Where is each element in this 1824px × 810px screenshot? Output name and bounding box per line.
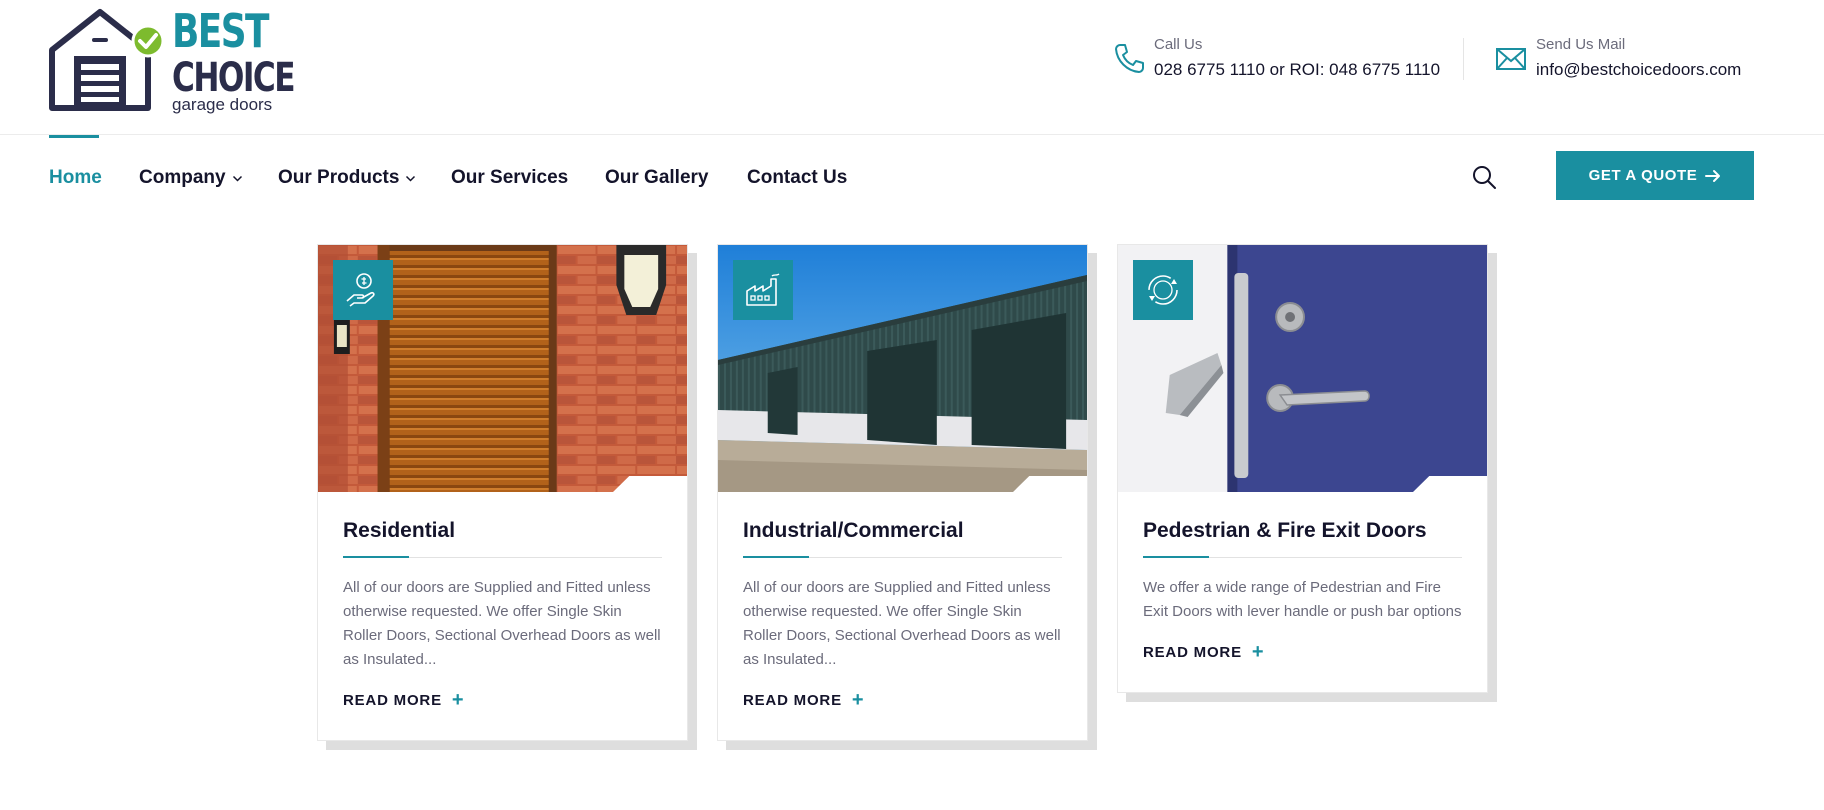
contact-divider — [1463, 38, 1464, 80]
nav-home-label: Home — [49, 167, 102, 188]
phone-icon — [1115, 44, 1144, 73]
nav-item-products[interactable]: Our Products — [278, 167, 416, 189]
nav-company-label: Company — [139, 167, 226, 188]
card-badge — [733, 260, 793, 320]
nav-contact-label: Contact Us — [747, 167, 848, 188]
card-image-industrial — [718, 245, 1087, 492]
phone-label: Call Us — [1154, 36, 1203, 53]
cycle-arrows-icon — [1148, 275, 1178, 305]
nav-products-label: Our Products — [278, 167, 400, 188]
search-icon[interactable] — [1470, 163, 1498, 191]
site-header: BEST CHOICE garage doors Call Us 028 677… — [0, 0, 1824, 135]
plus-icon: + — [851, 689, 865, 712]
nav-services-label: Our Services — [451, 167, 569, 188]
nav-item-gallery[interactable]: Our Gallery — [605, 167, 709, 189]
brand-line-best: BEST — [172, 4, 270, 58]
chevron-down-icon — [232, 175, 242, 182]
card-title[interactable]: Pedestrian & Fire Exit Doors — [1143, 518, 1462, 543]
card-image-pedestrian — [1118, 245, 1487, 492]
card-image-residential — [318, 245, 687, 492]
read-more-label: READ MORE — [343, 691, 442, 709]
contact-mail[interactable]: Send Us Mail info@bestchoicedoors.com — [1494, 36, 1774, 86]
plus-icon: + — [1251, 641, 1265, 664]
garage-logo-icon — [49, 9, 165, 111]
phone-number[interactable]: 028 6775 1110 or ROI: 048 6775 1110 — [1154, 60, 1440, 80]
card-title-rule — [1143, 556, 1462, 559]
mail-label: Send Us Mail — [1536, 36, 1626, 53]
nav-gallery-label: Our Gallery — [605, 167, 709, 188]
service-card-industrial[interactable]: Industrial/Commercial All of our doors a… — [717, 244, 1088, 742]
card-title-rule — [343, 556, 662, 559]
arrow-right-icon — [1705, 169, 1721, 182]
card-description: All of our doors are Supplied and Fitted… — [343, 579, 661, 669]
read-more-label: READ MORE — [743, 691, 842, 709]
mail-icon — [1496, 48, 1526, 70]
nav-item-home[interactable]: Home — [49, 167, 102, 189]
brand-line-tagline: garage doors — [172, 95, 273, 114]
plus-icon: + — [451, 689, 465, 712]
mail-address[interactable]: info@bestchoicedoors.com — [1536, 60, 1741, 80]
get-quote-label: GET A QUOTE — [1588, 167, 1698, 184]
card-badge — [1133, 260, 1193, 320]
card-badge — [333, 260, 393, 320]
card-body: Pedestrian & Fire Exit Doors We offer a … — [1118, 492, 1487, 692]
nav-item-contact[interactable]: Contact Us — [747, 167, 847, 189]
read-more-link[interactable]: READ MORE + — [743, 690, 864, 710]
brand-logo[interactable]: BEST CHOICE garage doors — [48, 4, 296, 114]
read-more-label: READ MORE — [1143, 643, 1242, 661]
card-title[interactable]: Residential — [343, 518, 662, 543]
read-more-link[interactable]: READ MORE + — [1143, 642, 1264, 662]
card-title-rule — [743, 556, 1062, 559]
hand-money-icon — [346, 273, 375, 307]
factory-icon — [746, 273, 780, 306]
service-card-pedestrian[interactable]: Pedestrian & Fire Exit Doors We offer a … — [1117, 244, 1488, 694]
service-card-residential[interactable]: Residential All of our doors are Supplie… — [317, 244, 688, 742]
nav-item-services[interactable]: Our Services — [451, 167, 568, 189]
card-description: All of our doors are Supplied and Fitted… — [743, 579, 1061, 669]
nav-active-indicator — [49, 135, 99, 138]
card-body: Residential All of our doors are Supplie… — [318, 492, 687, 740]
nav-item-company[interactable]: Company — [139, 167, 243, 189]
contact-phone[interactable]: Call Us 028 6775 1110 or ROI: 048 6775 1… — [1112, 36, 1442, 86]
chevron-down-icon — [406, 175, 416, 182]
get-quote-button[interactable]: GET A QUOTE — [1556, 151, 1754, 200]
brand-line-choice: CHOICE — [172, 55, 296, 101]
card-title[interactable]: Industrial/Commercial — [743, 518, 1062, 543]
card-body: Industrial/Commercial All of our doors a… — [718, 492, 1087, 740]
card-description: We offer a wide range of Pedestrian and … — [1143, 579, 1462, 621]
main-navigation: Home Company Our Products Our Services O… — [0, 135, 1824, 217]
read-more-link[interactable]: READ MORE + — [343, 690, 464, 710]
